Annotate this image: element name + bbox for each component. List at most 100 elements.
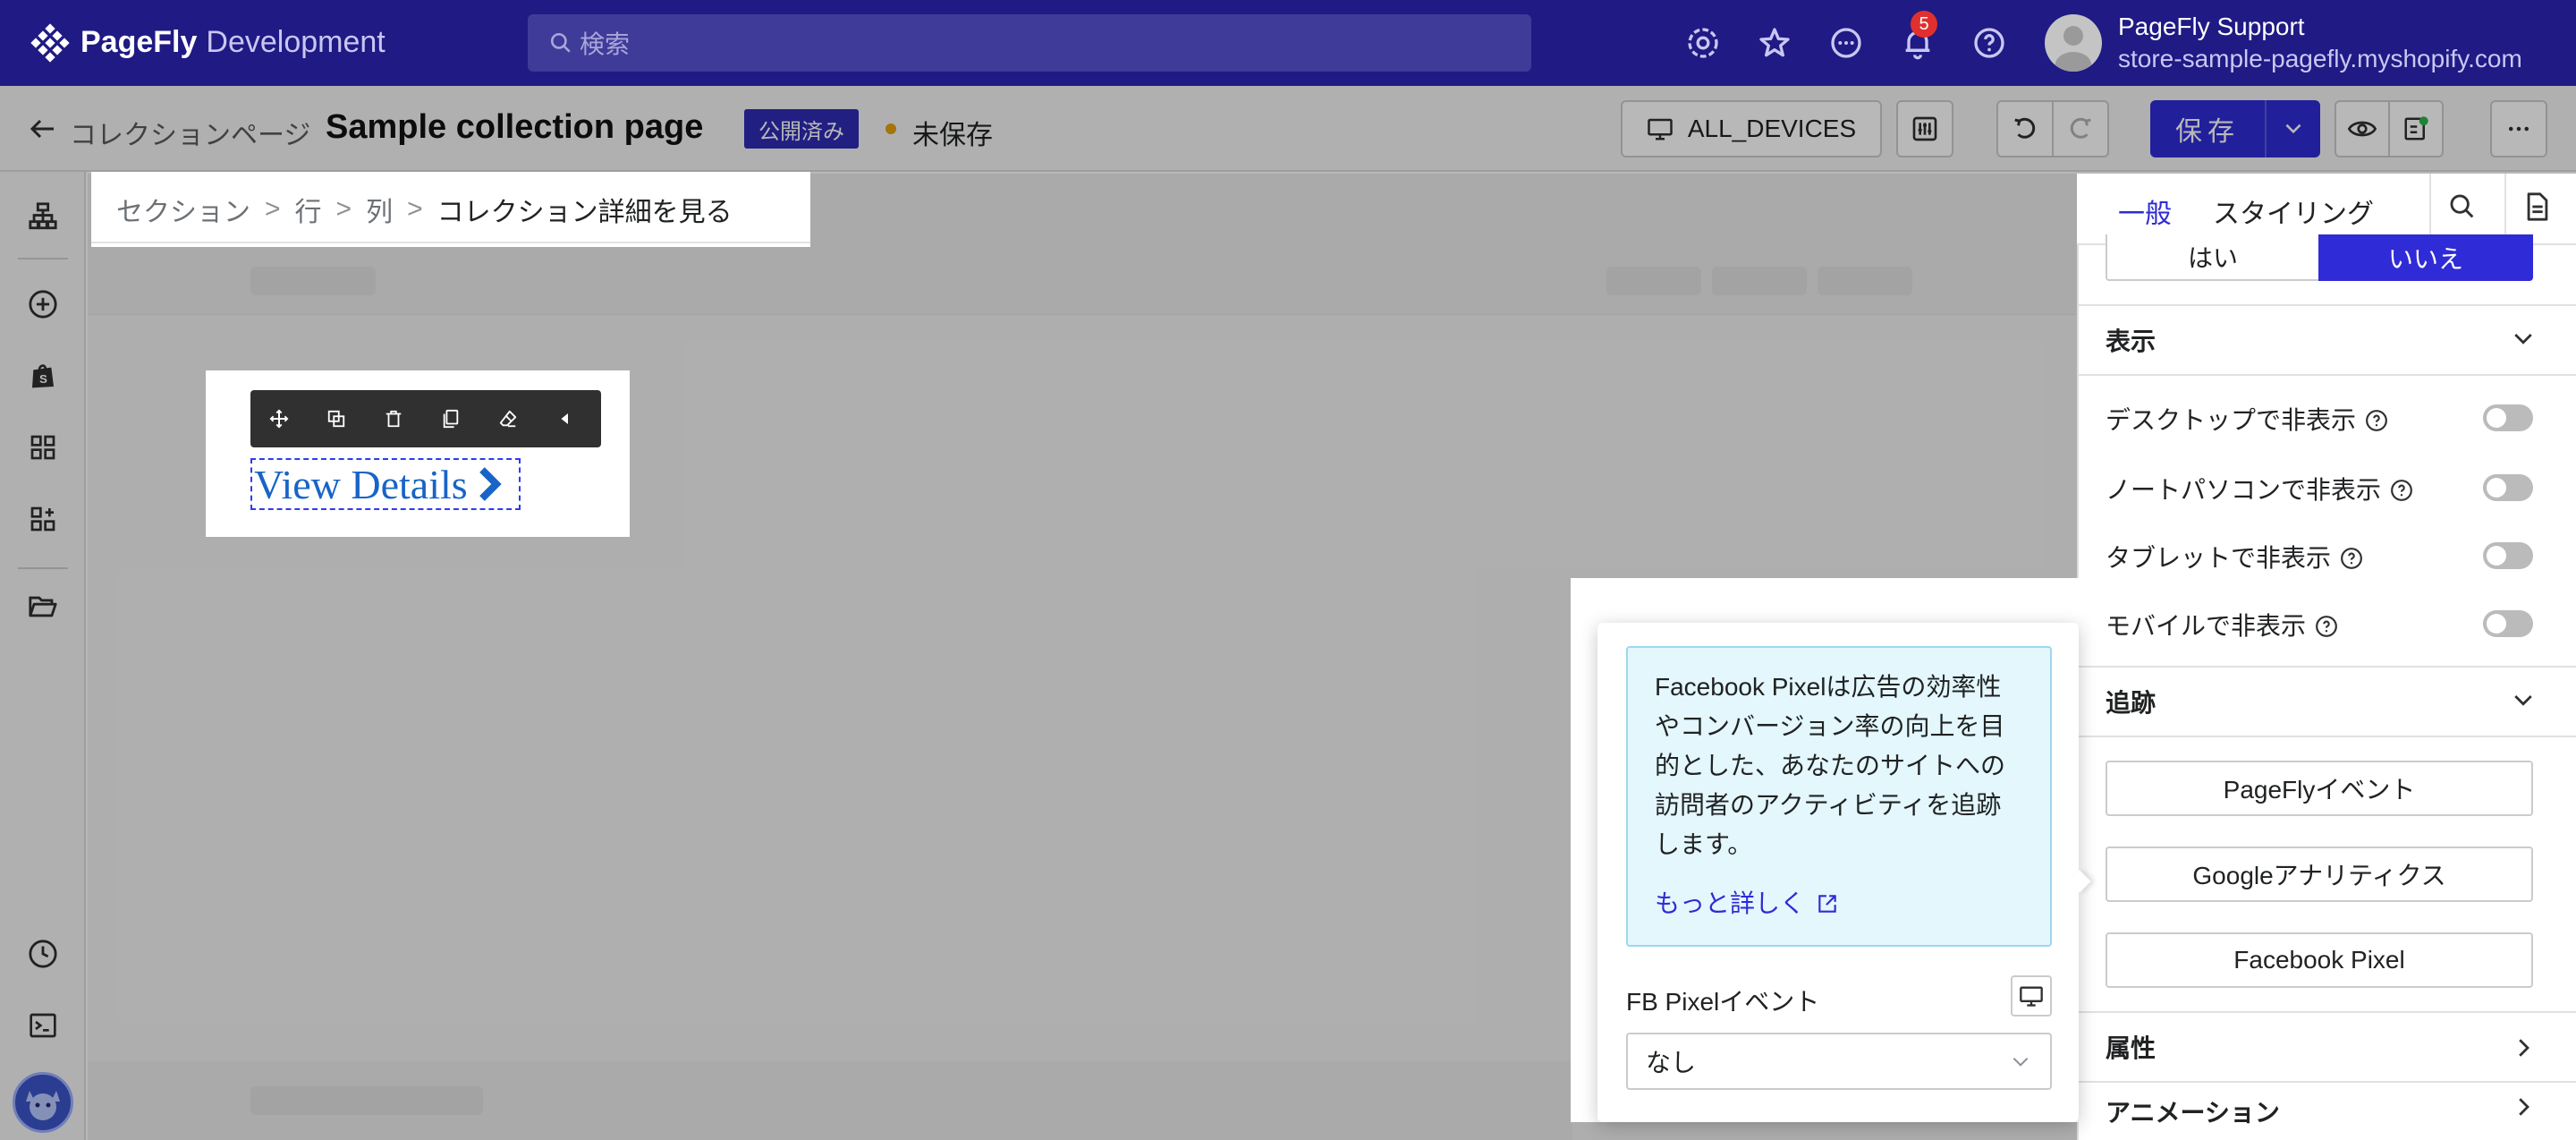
- pagefly-event-button[interactable]: PageFlyイベント: [2106, 761, 2533, 816]
- sidebar-add-element-button[interactable]: [25, 286, 61, 322]
- app-logo[interactable]: PageFly Development: [80, 25, 386, 60]
- breadcrumb-separator: >: [265, 194, 281, 224]
- monitor-icon: [2020, 986, 2043, 1007]
- svg-text:S: S: [39, 372, 47, 386]
- save-button[interactable]: 保存: [2150, 100, 2265, 157]
- sliders-icon: [1912, 116, 1937, 141]
- learn-more-link[interactable]: もっと詳しく: [1655, 884, 1839, 920]
- more-actions-button[interactable]: [2490, 100, 2547, 157]
- sitemap-icon: [29, 202, 57, 230]
- published-page-icon: [2404, 116, 2428, 140]
- sidebar-divider: [18, 258, 68, 259]
- help-icon[interactable]: [1971, 25, 2007, 61]
- star-icon[interactable]: [1757, 25, 1792, 61]
- fb-pixel-event-label: FB Pixelイベント: [1626, 988, 1820, 1016]
- breadcrumb-divider: [91, 242, 810, 243]
- google-analytics-button[interactable]: Googleアナリティクス: [2106, 846, 2533, 902]
- learn-more-label: もっと詳しく: [1655, 889, 1806, 917]
- facebook-pixel-button[interactable]: Facebook Pixel: [2106, 932, 2533, 988]
- clear-style-button[interactable]: [479, 390, 537, 447]
- settings-icon[interactable]: [1685, 25, 1721, 61]
- sidebar-layers-button[interactable]: [25, 199, 61, 234]
- info-line: 訪問者のアクティビティを追跡: [1655, 791, 2002, 819]
- sidebar-sections-button[interactable]: [25, 430, 61, 465]
- sidebar-history-button[interactable]: [25, 936, 61, 972]
- eye-icon: [2348, 121, 2377, 137]
- assistant-avatar[interactable]: [13, 1072, 73, 1133]
- clock-icon: [29, 940, 57, 968]
- redo-icon: [2070, 117, 2091, 139]
- pagefly-logo-icon: [30, 23, 70, 63]
- apps-icon: [30, 506, 55, 532]
- undo-button[interactable]: [1996, 100, 2054, 157]
- external-link-icon: [1818, 895, 1836, 913]
- devices-button[interactable]: ALL_DEVICES: [1621, 100, 1882, 157]
- delete-button[interactable]: [365, 390, 422, 447]
- copy-button[interactable]: [422, 390, 479, 447]
- chevron-down-icon: [2514, 695, 2532, 706]
- search-placeholder: 検索: [580, 30, 631, 58]
- breadcrumb-row[interactable]: 行: [295, 190, 322, 229]
- user-avatar-icon: [2055, 26, 2091, 72]
- chevron-right-icon: [2519, 1098, 2529, 1116]
- view-details-link[interactable]: View Details: [250, 458, 521, 510]
- page-title: Sample collection page: [326, 108, 704, 146]
- element-breadcrumb: セクション > 行 > 列 > コレクション詳細を見る: [91, 172, 810, 247]
- fb-pixel-event-value: なし: [1646, 1049, 1697, 1076]
- parent-page-link[interactable]: コレクションページ: [70, 113, 310, 152]
- view-details-label: View Details: [254, 461, 468, 507]
- shopify-bag-icon: S: [32, 364, 54, 388]
- user-name: PageFly Support: [2118, 13, 2305, 40]
- publish-status-button[interactable]: [2388, 100, 2444, 157]
- sidebar-divider: [18, 567, 68, 569]
- breadcrumb-column[interactable]: 列: [366, 190, 393, 229]
- notification-badge: 5: [1911, 11, 1937, 38]
- skeleton-block: [250, 267, 376, 295]
- animation-section-title: アニメーション: [2106, 1099, 2280, 1127]
- breadcrumb-section[interactable]: セクション: [116, 190, 250, 229]
- fb-pixel-event-select[interactable]: なし: [1626, 1033, 2052, 1090]
- attributes-section-header[interactable]: 属性: [2079, 1011, 2576, 1083]
- collapse-toolbar-button[interactable]: [537, 390, 594, 447]
- chat-icon[interactable]: [1828, 25, 1864, 61]
- more-horizontal-icon: [2509, 126, 2529, 132]
- sidebar-apps-button[interactable]: [25, 501, 61, 537]
- caret-left-icon: [561, 413, 568, 424]
- panel-focus-area: [2077, 174, 2576, 639]
- element-toolbar: [250, 390, 601, 447]
- tracking-section-header[interactable]: 追跡: [2079, 666, 2576, 737]
- skeleton-block: [1818, 267, 1912, 295]
- device-scope-button[interactable]: [2011, 975, 2052, 1017]
- user-avatar[interactable]: [2045, 14, 2102, 72]
- chevron-right-icon: [479, 467, 502, 501]
- move-button[interactable]: [250, 390, 308, 447]
- info-line: 的とした、あなたのサイトへの: [1655, 752, 2006, 779]
- skeleton-block: [250, 1086, 483, 1115]
- info-line: します。: [1655, 830, 1753, 858]
- back-arrow-icon[interactable]: [27, 113, 59, 145]
- page-settings-button[interactable]: [1896, 100, 1953, 157]
- monitor-icon: [1648, 118, 1673, 140]
- animation-section-header[interactable]: アニメーション: [2079, 1081, 2576, 1140]
- breadcrumb-separator: >: [335, 194, 352, 224]
- redo-button[interactable]: [2052, 100, 2109, 157]
- sidebar-shopify-button[interactable]: S: [25, 358, 61, 394]
- save-options-button[interactable]: [2265, 100, 2320, 157]
- sidebar-code-button[interactable]: [25, 1008, 61, 1043]
- plus-circle-icon: [29, 290, 57, 319]
- duplicate-icon: [327, 410, 345, 428]
- info-line: やコンバージョン率の向上を目: [1655, 712, 2005, 740]
- devices-label: ALL_DEVICES: [1687, 115, 1857, 142]
- move-icon: [269, 409, 289, 429]
- search-icon: [550, 32, 571, 53]
- grid-icon: [30, 435, 55, 460]
- search-input[interactable]: 検索: [528, 14, 1531, 72]
- logo-brand: PageFly: [80, 25, 198, 59]
- sidebar-pages-button[interactable]: [25, 589, 61, 625]
- eraser-icon: [499, 410, 517, 428]
- unsaved-dot-icon: [886, 123, 896, 134]
- trash-icon: [386, 410, 402, 428]
- cat-mascot-icon: [26, 1091, 60, 1120]
- preview-button[interactable]: [2334, 100, 2390, 157]
- duplicate-button[interactable]: [308, 390, 365, 447]
